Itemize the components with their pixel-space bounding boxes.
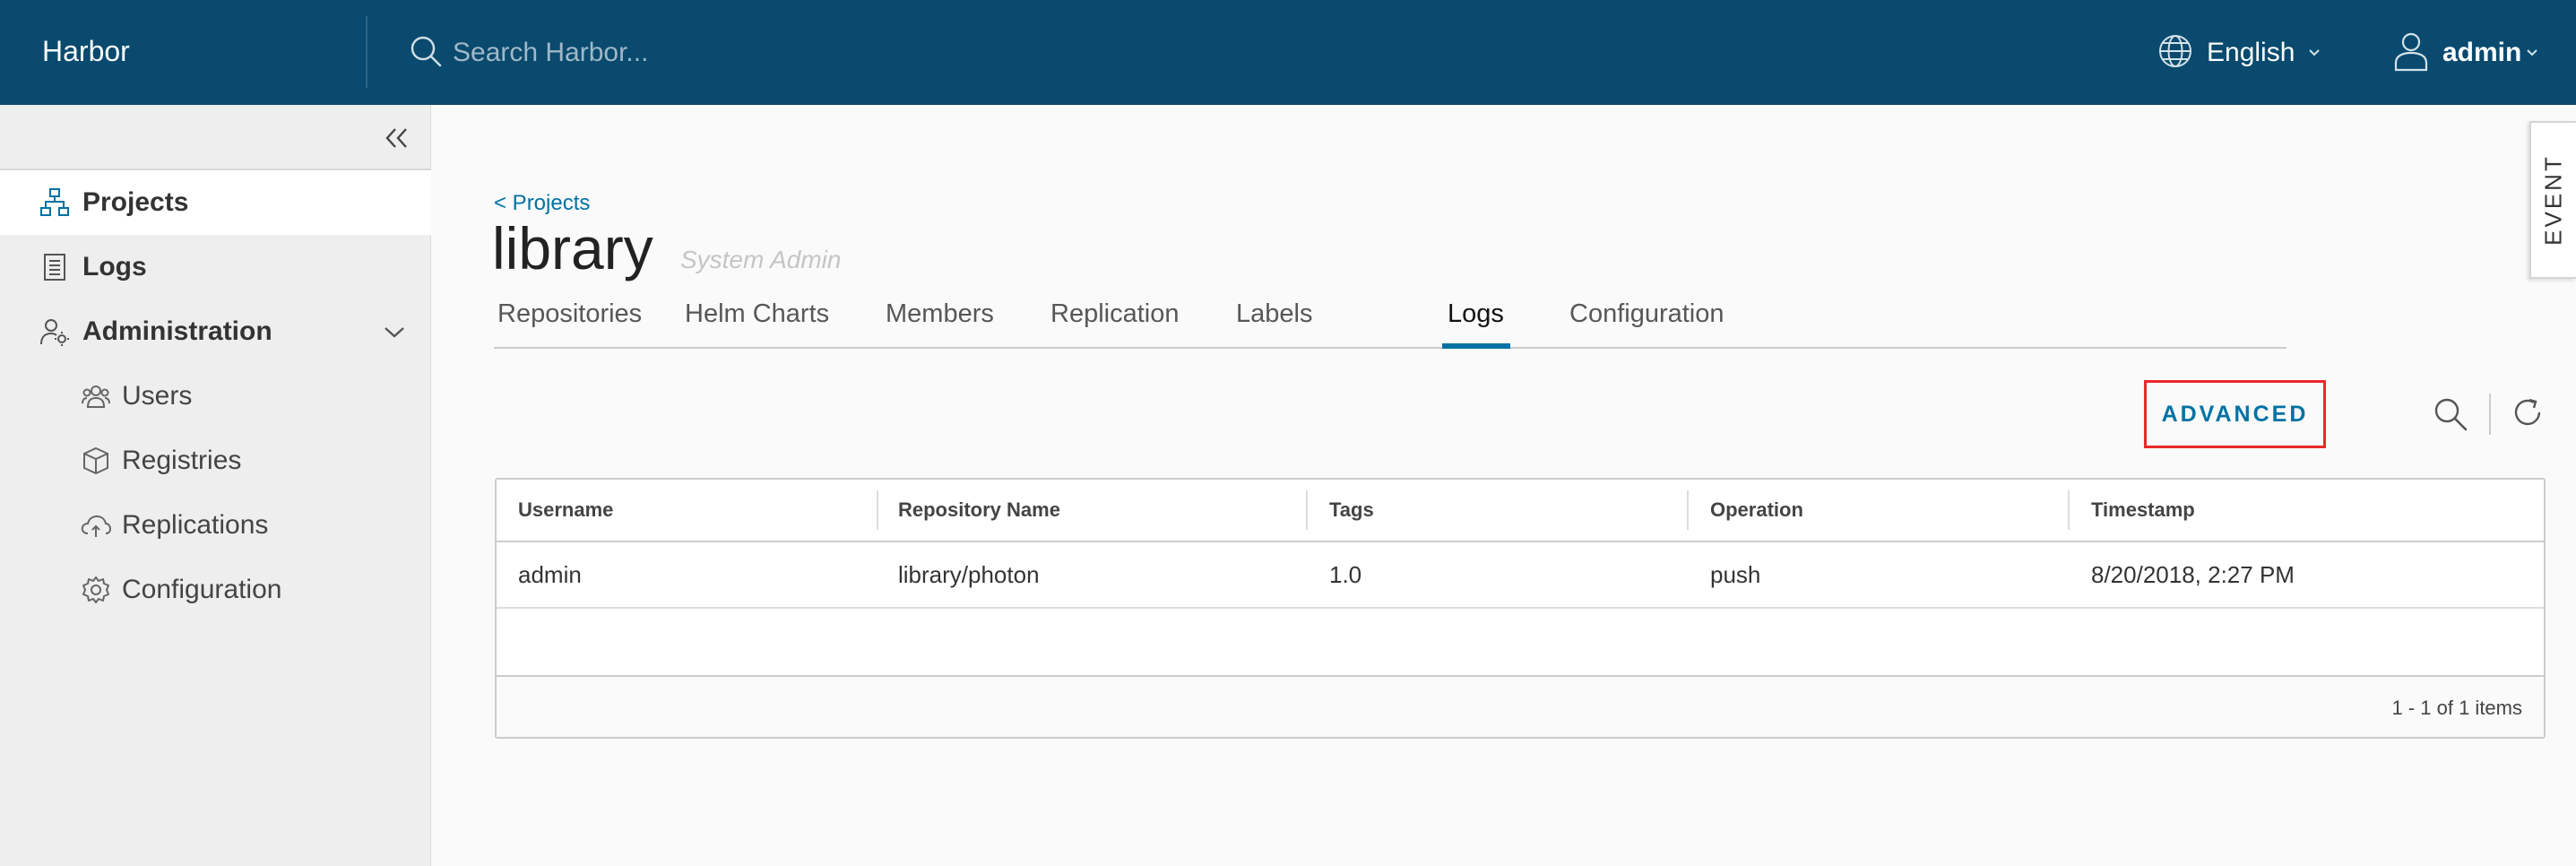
sidebar-item-label: Registries — [122, 446, 242, 475]
sidebar-item-users[interactable]: Users — [0, 364, 431, 429]
column-separator[interactable] — [1687, 490, 1689, 530]
column-separator[interactable] — [1306, 490, 1308, 530]
users-icon — [81, 381, 111, 411]
sidebar-item-label: Configuration — [122, 575, 282, 604]
toolbar-divider — [2489, 394, 2491, 435]
chevron-down-icon — [2309, 49, 2321, 56]
table-header: Username Repository Name Tags Operation … — [497, 480, 2544, 542]
global-search[interactable] — [408, 32, 955, 74]
sidebar-item-administration[interactable]: Administration — [0, 299, 431, 364]
chevron-down-icon — [2527, 49, 2538, 56]
tab-members[interactable]: Members — [886, 284, 994, 349]
pagination-info: 1 - 1 of 1 items — [2391, 697, 2522, 719]
column-header-tags[interactable]: Tags — [1329, 480, 1374, 541]
sidebar-item-registries[interactable]: Registries — [0, 429, 431, 493]
sidebar-item-label: Replications — [122, 510, 269, 540]
cell-repository-name: library/photon — [898, 561, 1040, 588]
column-header-repository-name[interactable]: Repository Name — [898, 480, 1060, 541]
page-title: library — [492, 215, 653, 281]
event-tab-label: EVENT — [2539, 154, 2567, 246]
logs-icon — [39, 252, 70, 282]
tab-labels[interactable]: Labels — [1236, 284, 1312, 349]
role-label: System Admin — [680, 246, 842, 273]
user-icon — [2392, 30, 2430, 76]
active-tab-indicator — [1442, 343, 1510, 349]
tab-repositories[interactable]: Repositories — [497, 284, 642, 349]
logs-table: Username Repository Name Tags Operation … — [495, 478, 2546, 739]
column-header-operation[interactable]: Operation — [1710, 480, 1803, 541]
project-tabs: Repositories Helm Charts Members Replica… — [494, 284, 2286, 349]
sidebar-item-configuration[interactable]: Configuration — [0, 558, 431, 622]
username-label: admin — [2442, 38, 2522, 67]
sidebar-item-logs[interactable]: Logs — [0, 235, 431, 299]
main-content: < Projects library System Admin Reposito… — [431, 105, 2576, 866]
tab-helm-charts[interactable]: Helm Charts — [685, 284, 829, 349]
sidebar-item-label: Users — [122, 381, 193, 411]
tab-logs[interactable]: Logs — [1448, 284, 1504, 349]
sidebar: Projects Logs Administration Users Regis… — [0, 105, 431, 866]
cell-timestamp: 8/20/2018, 2:27 PM — [2091, 561, 2295, 588]
advanced-button[interactable]: ADVANCED — [2144, 380, 2326, 448]
cell-username: admin — [518, 561, 582, 588]
user-menu[interactable]: admin — [2392, 30, 2539, 75]
column-header-username[interactable]: Username — [518, 480, 613, 541]
table-row[interactable]: admin library/photon 1.0 push 8/20/2018,… — [497, 542, 2544, 609]
advanced-button-label: ADVANCED — [2161, 401, 2309, 427]
cell-tags: 1.0 — [1329, 561, 1362, 588]
search-icon — [408, 33, 444, 74]
refresh-icon[interactable] — [2510, 394, 2546, 430]
event-side-tab[interactable]: EVENT — [2529, 121, 2576, 279]
sidebar-item-label: Logs — [82, 252, 147, 281]
column-separator[interactable] — [2068, 490, 2070, 530]
sidebar-item-label: Administration — [82, 316, 272, 346]
column-separator[interactable] — [877, 490, 878, 530]
brand-name[interactable]: Harbor — [42, 0, 130, 105]
table-footer: 1 - 1 of 1 items — [497, 675, 2544, 737]
sidebar-item-projects[interactable]: Projects — [0, 170, 431, 235]
language-selector[interactable]: English — [2157, 30, 2321, 75]
top-header: Harbor English admin — [0, 0, 2576, 105]
sidebar-item-label: Projects — [82, 187, 189, 217]
tab-configuration[interactable]: Configuration — [1569, 284, 1725, 349]
configuration-icon — [81, 575, 111, 605]
globe-icon — [2157, 32, 2194, 74]
chevron-down-icon — [385, 327, 404, 338]
replications-icon — [81, 510, 112, 541]
administration-icon — [39, 316, 70, 347]
header-divider — [366, 16, 367, 88]
cell-operation: push — [1710, 561, 1761, 588]
language-label: English — [2207, 38, 2295, 67]
registries-icon — [81, 446, 111, 476]
tab-replication[interactable]: Replication — [1050, 284, 1179, 349]
column-header-timestamp[interactable]: Timestamp — [2091, 480, 2195, 541]
projects-icon — [39, 187, 70, 218]
sidebar-item-replications[interactable]: Replications — [0, 493, 431, 558]
search-icon[interactable] — [2432, 395, 2469, 433]
collapse-sidebar-icon[interactable] — [380, 122, 412, 154]
search-input[interactable] — [453, 32, 955, 74]
